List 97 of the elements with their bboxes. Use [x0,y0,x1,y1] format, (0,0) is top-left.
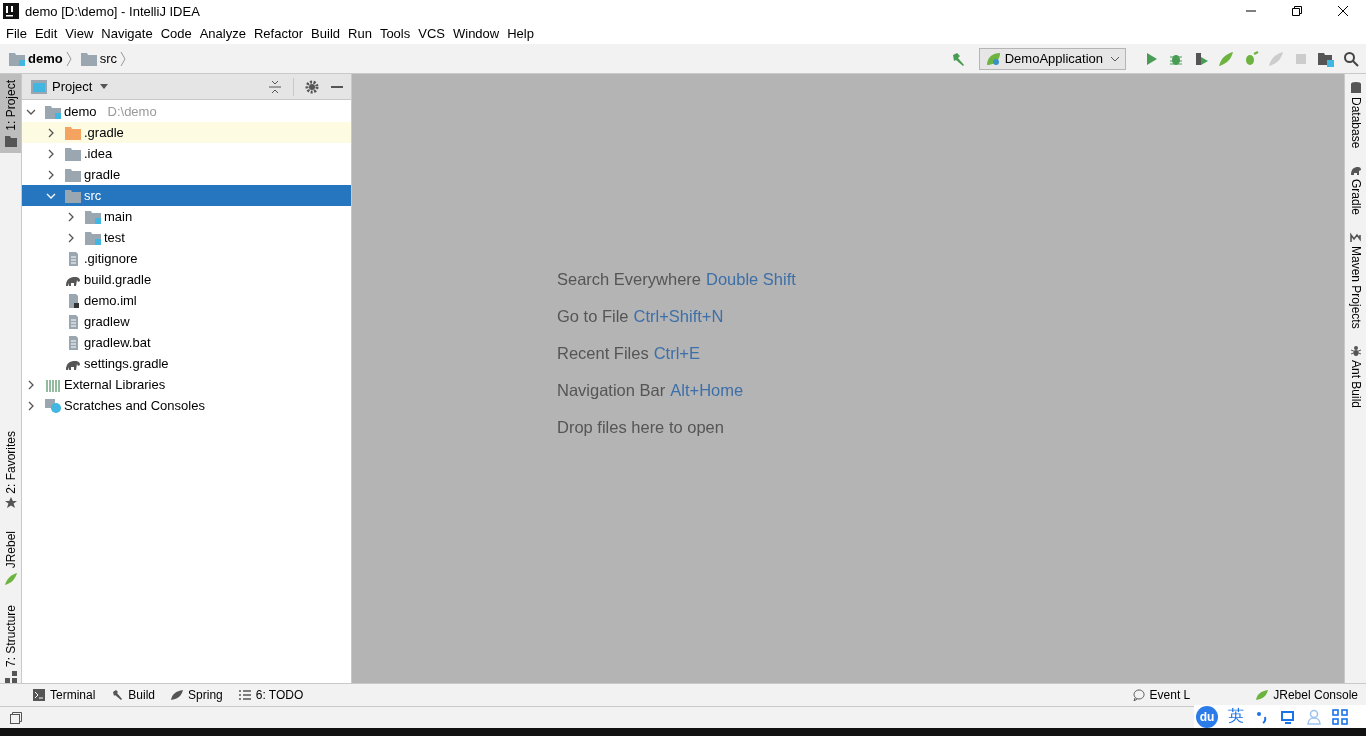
search-icon[interactable] [1343,50,1359,67]
tree-item[interactable]: main [22,206,351,227]
app-logo-icon [3,3,19,19]
menu-item[interactable]: VCS [414,25,449,41]
folder-icon [65,188,81,203]
coverage-icon[interactable] [1193,50,1209,67]
tree-item[interactable]: .idea [22,143,351,164]
tree-item[interactable]: demo D:\demo [22,101,351,122]
tool-window-tab[interactable]: Terminal [25,688,104,702]
folder-icon [4,134,17,147]
tool-window-tab[interactable]: 6: TODO [230,688,312,702]
tool-window-tab[interactable]: 1: Project [0,74,21,153]
tree-item[interactable]: test [22,227,351,248]
tree-item[interactable]: Scratches and Consoles [22,395,351,416]
tree-item[interactable]: gradle [22,164,351,185]
tree-item[interactable]: src [22,185,351,206]
tree-item[interactable]: gradlew [22,311,351,332]
restore-icon[interactable] [1292,6,1302,16]
menu-item[interactable]: File [2,25,31,41]
menu-item[interactable]: Refactor [249,25,308,41]
tree-item[interactable]: settings.gradle [22,353,351,374]
tree-item[interactable]: .gradle [22,122,351,143]
tool-window-tab[interactable]: 7: Structure [0,598,21,689]
grid-icon[interactable] [1332,708,1348,725]
terminal-icon [33,689,45,701]
close-icon[interactable] [1338,6,1348,16]
elephant-icon [1349,164,1362,177]
tool-window-tab[interactable]: JRebel Console [1248,688,1366,702]
menu-item[interactable]: Build [307,25,344,41]
tree-item[interactable]: build.gradle [22,269,351,290]
tree-item[interactable]: demo.iml [22,290,351,311]
chevron-icon [65,50,72,67]
tool-window-tab[interactable]: Spring [163,688,231,702]
speech-bubble-icon [1132,689,1145,701]
leaf-disabled-icon [1268,50,1284,67]
leaf-icon [4,572,17,585]
editor-hint: Go to File Ctrl+Shift+N [557,307,725,326]
maven-icon [1349,231,1362,244]
window-title: demo [D:\demo] - IntelliJ IDEA [25,3,200,19]
editor-hint: Navigation Bar Alt+Home [557,381,745,400]
module-folder-icon [85,230,101,245]
menu-item[interactable]: Help [503,25,538,41]
tool-window-tab[interactable]: 2: Favorites [0,424,21,516]
project-view-icon [31,79,47,94]
folder-icon [65,125,81,140]
project-structure-icon[interactable] [1318,50,1334,67]
menu-item[interactable]: Analyze [195,25,250,41]
menu-item[interactable]: Run [344,25,376,41]
spring-leaf-icon [984,50,1001,67]
collapse-icon[interactable] [268,79,282,94]
menu-item[interactable]: Edit [30,25,62,41]
module-folder-icon [45,104,61,119]
ime-mode-toggle[interactable]: 英 [1228,706,1244,727]
database-icon [1349,82,1362,94]
tool-window-tab[interactable]: Gradle [1345,156,1366,224]
editor-hint: Search Everywhere Double Shift [557,270,797,289]
panel-title[interactable]: Project [52,79,93,94]
toggle-tool-windows-icon[interactable] [10,711,22,724]
tree-item[interactable]: External Libraries [22,374,351,395]
scratches-icon [45,398,61,413]
hammer-icon [111,689,124,701]
module-folder-icon [85,209,101,224]
breadcrumb[interactable]: demo [28,51,63,66]
module-folder-icon [9,51,25,66]
tool-window-tab[interactable]: JRebel [0,525,21,591]
star-icon [4,497,17,510]
menu-item[interactable]: Window [448,25,504,41]
tool-window-tab[interactable]: Build [103,688,164,702]
ime-logo[interactable]: du [1196,705,1218,728]
tree-item[interactable]: gradlew.bat [22,332,351,353]
list-icon [238,689,251,701]
libraries-icon [45,377,61,392]
tool-window-tab[interactable]: Database [1345,74,1366,157]
menu-item[interactable]: Code [156,25,196,41]
settings-icon[interactable] [305,79,319,94]
menu-item[interactable]: Navigate [97,25,157,41]
chevron-icon [120,50,126,67]
folder-icon [80,51,97,66]
caret-icon [1110,55,1120,62]
path-hint: D:\demo [107,104,157,119]
tool-window-tab[interactable]: Maven Projects [1345,223,1366,338]
tool-window-tab[interactable]: Event L [1124,688,1199,702]
folder-icon [65,167,81,182]
breadcrumb[interactable]: src [99,51,117,66]
tree-item[interactable]: .gitignore [22,248,351,269]
run-config-dropdown[interactable]: DemoApplication [978,47,1126,70]
caret-icon[interactable] [100,84,109,89]
folder-icon [65,146,81,161]
structure-icon [4,670,17,683]
leaf-icon [1256,689,1269,701]
ant-icon [1349,345,1362,358]
editor-hint: Drop files here to open [557,418,725,437]
tool-window-tab[interactable]: Ant Build [1345,337,1366,417]
leaf-icon [171,689,184,701]
editor-hint: Recent Files Ctrl+E [557,344,701,363]
menu-item[interactable]: Tools [375,25,415,41]
menu-item[interactable]: View [61,25,98,41]
